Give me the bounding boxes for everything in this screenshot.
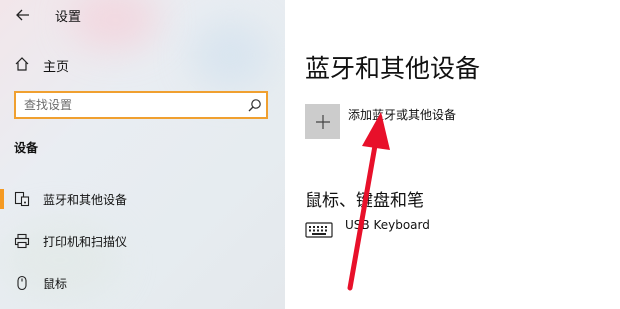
keyboard-icon (305, 222, 333, 242)
add-device-label[interactable]: 添加蓝牙或其他设备 (348, 106, 456, 123)
back-button[interactable] (10, 3, 36, 27)
home-icon (14, 56, 30, 76)
bluetooth-devices-icon (14, 191, 30, 211)
section-title-mouse-keyboard-pen: 鼠标、键盘和笔 (305, 191, 424, 211)
nav-home[interactable]: 主页 (0, 52, 285, 78)
arrow-left-icon (16, 9, 29, 21)
mouse-icon (14, 275, 30, 295)
search-input[interactable] (24, 96, 244, 114)
window-title: 设置 (55, 10, 82, 25)
plus-icon (315, 114, 330, 129)
search-icon[interactable] (248, 97, 262, 116)
sidebar: 设置 主页 设备 蓝牙和其他设备 (0, 0, 285, 309)
active-indicator (0, 189, 4, 209)
sidebar-item-label: 打印机和扫描仪 (43, 235, 128, 249)
page-title: 蓝牙和其他设备 (305, 54, 481, 83)
sidebar-item-mouse[interactable]: 鼠标 (0, 269, 285, 297)
background-blur (70, 0, 160, 50)
printer-icon (14, 233, 30, 253)
device-name: USB Keyboard (345, 218, 430, 232)
add-device-button[interactable] (305, 104, 340, 139)
device-item-usb-keyboard[interactable]: USB Keyboard (305, 214, 555, 244)
search-box[interactable] (14, 91, 268, 119)
sidebar-item-label: 蓝牙和其他设备 (43, 193, 128, 207)
section-label-devices: 设备 (14, 141, 39, 155)
nav-home-label: 主页 (43, 60, 70, 75)
sidebar-item-label: 鼠标 (43, 277, 68, 291)
sidebar-item-printers[interactable]: 打印机和扫描仪 (0, 227, 285, 255)
sidebar-item-bluetooth[interactable]: 蓝牙和其他设备 (0, 185, 285, 213)
